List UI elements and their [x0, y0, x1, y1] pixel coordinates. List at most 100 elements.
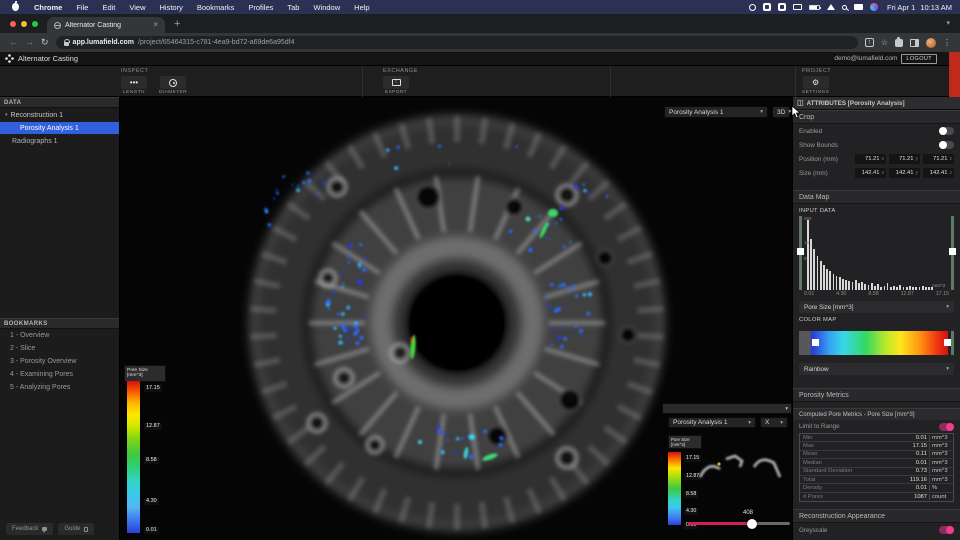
overlay-axis-select[interactable]: X ▾ — [760, 417, 788, 428]
menu-item-tab[interactable]: Tab — [280, 3, 306, 12]
side-panel-icon[interactable] — [910, 38, 919, 47]
overlay-tick: 8.58 — [684, 491, 699, 498]
sidebar-item-radiographs[interactable]: Radiographs 1 — [0, 135, 119, 147]
show-bounds-row: Show Bounds — [793, 138, 960, 152]
forward-button[interactable]: → — [25, 38, 34, 47]
export-button[interactable]: ↑ EXPORT — [383, 76, 409, 95]
share-icon[interactable]: ↑ — [864, 38, 874, 47]
legend-colorbar — [127, 381, 140, 533]
metric-row: Density 0.01% — [800, 484, 953, 493]
browser-tabstrip: Alternator Casting × + ▾ — [0, 14, 960, 33]
profile-avatar[interactable] — [926, 37, 936, 48]
camera-status-icon[interactable] — [777, 3, 786, 11]
colormap-right-track[interactable] — [951, 331, 954, 355]
slice-slider-track[interactable] — [688, 522, 790, 525]
slice-slider-handle[interactable] — [747, 518, 757, 529]
settings-button[interactable]: ⚙ SETTINGS — [802, 76, 829, 95]
field-select[interactable]: Pore Size [mm^3] ▾ — [799, 301, 954, 313]
colormap-left-handle[interactable] — [812, 339, 819, 346]
menu-item-help[interactable]: Help — [347, 3, 376, 12]
bookmark-item[interactable]: 2 - Slice — [0, 342, 119, 355]
minimize-window-button[interactable] — [21, 21, 27, 27]
menu-item-history[interactable]: History — [153, 3, 190, 12]
colormap-select[interactable]: Rainbow ▾ — [799, 363, 954, 375]
bookmark-item[interactable]: 4 - Examining Pores — [0, 368, 119, 381]
limit-to-range-toggle[interactable] — [939, 422, 954, 431]
inspect-group-label: INSPECT — [121, 68, 149, 74]
chevron-down-icon[interactable]: ▾ — [5, 112, 8, 118]
attributes-panel-header[interactable]: ◫ ATTRIBUTES [Porosity Analysis] — [793, 97, 960, 110]
menubar-clock[interactable]: Fri Apr 1 10:13 AM — [887, 3, 952, 12]
data-section-header[interactable]: DATA — [0, 97, 119, 108]
wifi-icon[interactable] — [826, 4, 835, 10]
overlay-collapse-bar[interactable]: ▾ — [662, 403, 792, 414]
enabled-toggle[interactable] — [939, 127, 954, 135]
bookmarks-section-header[interactable]: BOOKMARKS — [0, 318, 119, 329]
address-bar[interactable]: app.lumafield.com/project/65464315-c781-… — [55, 36, 858, 49]
crop-section-header[interactable]: Crop — [793, 110, 960, 124]
show-bounds-toggle[interactable] — [939, 141, 954, 149]
bookmark-item[interactable]: 5 - Analyzing Pores — [0, 381, 119, 394]
menu-item-edit[interactable]: Edit — [95, 3, 122, 12]
menu-item-file[interactable]: File — [69, 3, 95, 12]
menu-item-window[interactable]: Window — [306, 3, 347, 12]
browser-tab[interactable]: Alternator Casting × — [47, 17, 165, 33]
bookmark-star-icon[interactable]: ☆ — [881, 38, 888, 47]
metric-row: Total 119.16 mm^3 — [800, 476, 953, 485]
close-window-button[interactable] — [10, 21, 16, 27]
app-status-icon[interactable] — [762, 3, 771, 11]
extensions-icon[interactable] — [895, 36, 903, 47]
position-y-field[interactable]: 71.21 y — [889, 154, 920, 164]
guide-button[interactable]: Guide — [58, 523, 95, 535]
tab-search-icon[interactable]: ▾ — [936, 19, 960, 33]
metric-row: Max 17.15 mm^3 — [800, 442, 953, 451]
new-tab-button[interactable]: + — [174, 19, 180, 30]
histogram-left-handle[interactable] — [797, 248, 804, 255]
diameter-tool-button[interactable]: DIAMETER — [159, 76, 187, 95]
battery-icon[interactable] — [808, 4, 821, 10]
menu-item-chrome[interactable]: Chrome — [27, 3, 69, 12]
porosity-metrics-section-header[interactable]: Porosity Metrics — [793, 388, 960, 402]
menu-item-view[interactable]: View — [122, 3, 152, 12]
input-data-label: INPUT DATA — [799, 208, 836, 214]
viewport-analysis-select[interactable]: Porosity Analysis 1 ▾ — [664, 106, 768, 118]
feedback-button[interactable]: Feedback — [6, 523, 54, 535]
data-map-section-header[interactable]: Data Map — [793, 190, 960, 204]
spotlight-icon[interactable] — [841, 4, 847, 10]
bookmark-item[interactable]: 3 - Porosity Overview — [0, 355, 119, 368]
tab-close-icon[interactable]: × — [153, 21, 158, 29]
maximize-window-button[interactable] — [32, 21, 38, 27]
colormap-right-handle[interactable] — [944, 339, 951, 346]
size-x-field[interactable]: 142.41 x — [855, 168, 886, 178]
size-y-field[interactable]: 142.41 y — [889, 168, 920, 178]
record-icon[interactable] — [748, 3, 756, 11]
control-center-icon[interactable] — [853, 4, 863, 10]
display-icon[interactable] — [792, 4, 802, 10]
logout-button[interactable]: LOGOUT — [901, 53, 937, 64]
viewport-mode-select[interactable]: 3D ▾ — [772, 106, 791, 118]
apple-menu-icon[interactable] — [12, 1, 19, 11]
menu-item-profiles[interactable]: Profiles — [241, 3, 280, 12]
reconstruction-appearance-section-header[interactable]: Reconstruction Appearance — [793, 509, 960, 524]
position-z-field[interactable]: 71.21 z — [923, 154, 954, 164]
size-z-field[interactable]: 142.41 z — [923, 168, 954, 178]
sidebar-item-reconstruction[interactable]: ▾ Reconstruction 1 — [0, 109, 119, 121]
position-x-field[interactable]: 71.21 x — [855, 154, 886, 164]
histogram-right-track[interactable] — [949, 216, 956, 290]
siri-icon[interactable] — [869, 3, 878, 11]
histogram-left-track[interactable] — [797, 216, 804, 290]
sidebar-item-porosity-analysis[interactable]: Porosity Analysis 1 — [0, 122, 119, 134]
reload-button[interactable]: ↻ — [41, 38, 49, 47]
browser-menu-icon[interactable]: ⋮ — [943, 38, 951, 47]
length-tool-button[interactable]: ••• LENGTH — [121, 76, 147, 95]
menu-item-bookmarks[interactable]: Bookmarks — [190, 3, 242, 12]
3d-viewport[interactable]: Porosity Analysis 1 ▾ 3D ▾ Pore Size [mm^… — [120, 97, 792, 540]
histogram-right-handle[interactable] — [949, 248, 956, 255]
overlay-analysis-select[interactable]: Porosity Analysis 1 ▾ — [668, 417, 756, 428]
color-map-label: COLOR MAP — [799, 317, 837, 323]
back-button[interactable]: ← — [9, 38, 18, 47]
speech-bubble-icon — [42, 527, 48, 533]
greyscale-toggle[interactable] — [939, 526, 954, 535]
bookmark-item[interactable]: 1 - Overview — [0, 329, 119, 342]
histogram-unit: mm^3 — [932, 284, 945, 289]
